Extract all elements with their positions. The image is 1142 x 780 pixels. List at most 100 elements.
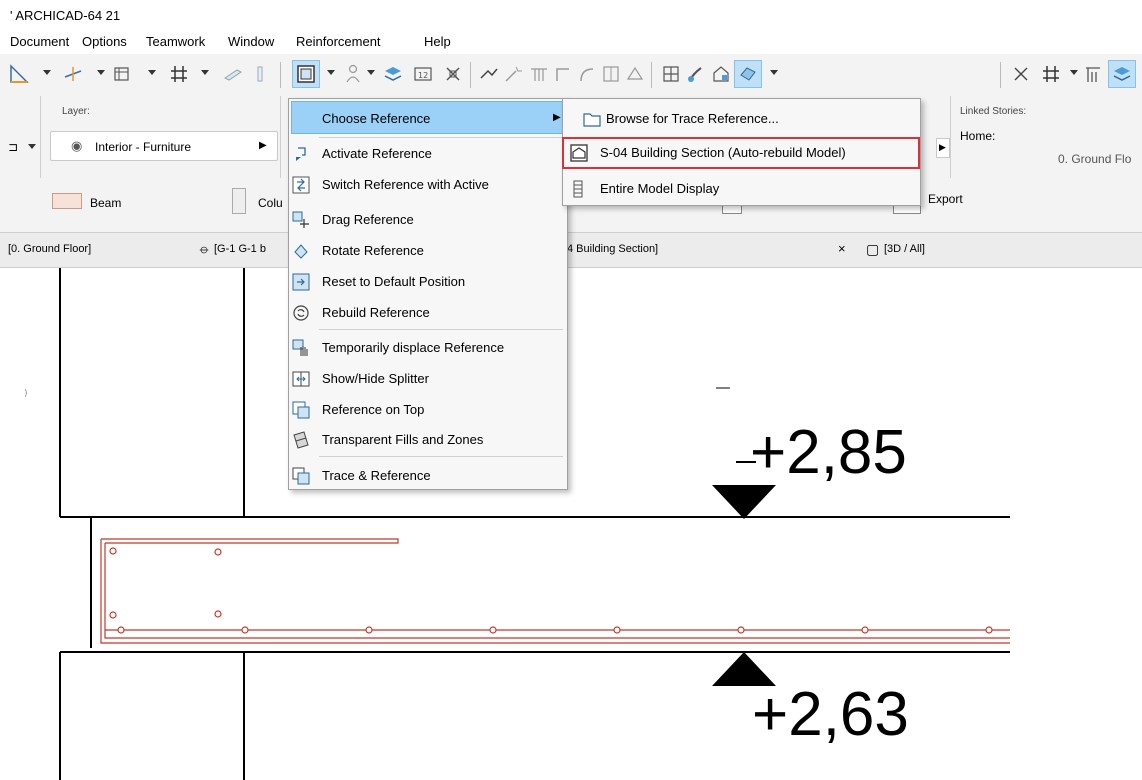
expand-arrow-icon: ▶ (259, 140, 267, 151)
submenu-arrow-icon: ▶ (553, 112, 561, 123)
menu-item-reference-on-top[interactable]: Reference on Top (289, 401, 567, 421)
menu-item-transparent-fills[interactable]: Transparent Fills and Zones (289, 431, 567, 451)
scale-icon[interactable]: 12 (412, 63, 434, 85)
menu-bar: Document Options Teamwork Window Reinfor… (0, 30, 1142, 54)
menu-item-choose-reference[interactable]: Choose Reference ▶ (289, 110, 567, 130)
trace-reference-icon (292, 467, 310, 485)
measure-tool-icon[interactable] (8, 63, 30, 85)
export-label[interactable]: Export (928, 192, 963, 206)
intersect-icon[interactable] (552, 63, 574, 85)
adjust-icon[interactable] (576, 63, 598, 85)
home-label: Home: (960, 129, 996, 143)
menu-item-displace-reference[interactable]: Temporarily displace Reference (289, 339, 567, 359)
elevation-marker-top: +2,85 (750, 418, 907, 487)
layer-value: Interior - Furniture (95, 140, 192, 154)
menu-item-label: Show/Hide Splitter (322, 371, 429, 386)
tab-3d-all[interactable]: [3D / All] (884, 243, 925, 255)
3d-tab-icon: ▢ (866, 241, 880, 257)
drag-reference-icon (292, 211, 310, 229)
expand-arrow-icon: ▶ (939, 142, 946, 152)
menu-item-switch-reference[interactable]: Switch Reference with Active (289, 176, 567, 196)
transparent-fills-icon (292, 431, 310, 449)
layer-stack-icon[interactable] (1111, 63, 1133, 85)
section-drawing: ) (24, 268, 1010, 780)
menu-item-label: Rotate Reference (322, 243, 424, 258)
tab-ground-floor[interactable]: [0. Ground Floor] (8, 243, 91, 255)
menu-options[interactable]: Options (82, 34, 127, 49)
beam-icon[interactable] (52, 193, 82, 209)
menu-teamwork[interactable]: Teamwork (146, 34, 205, 49)
svg-text:): ) (24, 389, 28, 399)
menu-item-drag-reference[interactable]: Drag Reference (289, 211, 567, 231)
reference-on-top-icon (292, 401, 310, 419)
drawing-canvas[interactable]: ) +2,85 +2,63 (0, 268, 1142, 780)
geometry-method-icon: ⊐ (8, 140, 19, 154)
menu-help[interactable]: Help (424, 34, 451, 49)
suspend-groups-icon[interactable] (442, 63, 464, 85)
menu-document[interactable]: Document (10, 34, 69, 49)
submenu-item-entire-model[interactable]: Entire Model Display (563, 180, 920, 200)
home-story-value: 0. Ground Flo (1058, 152, 1132, 166)
grid-icon[interactable] (1040, 63, 1062, 85)
person-icon[interactable] (342, 63, 364, 85)
reset-position-icon (292, 273, 310, 291)
dimension-tool-icon[interactable] (62, 63, 84, 85)
menu-item-label: Reset to Default Position (322, 274, 466, 289)
tab-elevation[interactable]: [G-1 G-1 b (214, 243, 266, 255)
menu-item-label: Trace & Reference (322, 468, 431, 483)
tab-building-section[interactable]: 4 Building Section] (567, 243, 658, 255)
menu-item-label: Activate Reference (322, 146, 432, 161)
menu-reinforcement[interactable]: Reinforcement (296, 34, 381, 49)
model-display-icon (570, 180, 588, 198)
linked-stories-arrow[interactable]: ▶ (936, 138, 950, 158)
pencil-icon[interactable] (250, 63, 272, 85)
menu-item-activate-reference[interactable]: Activate Reference (289, 145, 567, 165)
menu-item-label: Rebuild Reference (322, 305, 430, 320)
grid-display-icon[interactable] (112, 63, 134, 85)
menu-item-show-hide-splitter[interactable]: Show/Hide Splitter (289, 370, 567, 390)
section-icon (570, 144, 588, 162)
geometry-method-button[interactable]: ⊐ (4, 132, 38, 160)
layer-label: Layer: (62, 106, 90, 117)
submenu-item-label: Browse for Trace Reference... (606, 111, 779, 126)
menu-item-label: Temporarily displace Reference (322, 340, 505, 355)
eye-icon: ◉ (71, 138, 83, 153)
select-icon[interactable] (478, 63, 500, 85)
3d-view-icon[interactable] (737, 63, 759, 85)
trace-reference-icon[interactable] (295, 63, 317, 85)
submenu-item-label: Entire Model Display (600, 181, 720, 196)
split-icon[interactable] (600, 63, 622, 85)
offset-icon[interactable] (624, 63, 646, 85)
menu-item-trace-reference[interactable]: Trace & Reference (289, 467, 567, 487)
menu-item-label: Transparent Fills and Zones (322, 432, 484, 447)
magic-wand-icon[interactable] (502, 63, 524, 85)
beam-tool-label[interactable]: Beam (90, 196, 121, 210)
solid-operations-icon[interactable] (660, 63, 682, 85)
elevation-marker-bottom: +2,63 (752, 680, 909, 749)
grid-snap-icon[interactable] (168, 63, 190, 85)
menu-item-reset-position[interactable]: Reset to Default Position (289, 273, 567, 293)
submenu-item-browse[interactable]: Browse for Trace Reference... (563, 110, 920, 130)
trace-reference-menu: Choose Reference ▶ Activate Reference Sw… (288, 98, 568, 490)
close-tab-icon[interactable]: × (838, 241, 846, 256)
menu-item-rebuild-reference[interactable]: Rebuild Reference (289, 304, 567, 324)
submenu-item-s04-section[interactable]: S-04 Building Section (Auto-rebuild Mode… (563, 144, 920, 164)
layer-selector[interactable]: ◉ Interior - Furniture ▶ (50, 131, 278, 161)
guideline-icon[interactable] (1082, 63, 1104, 85)
paint-icon[interactable] (685, 63, 707, 85)
ruler-icon[interactable] (222, 63, 244, 85)
svg-text:12: 12 (418, 71, 428, 80)
column-tool-label[interactable]: Colu (258, 196, 283, 210)
home-story-icon[interactable] (710, 63, 732, 85)
suspend-icon[interactable] (1010, 63, 1032, 85)
title-bar: ' ARCHICAD-64 21 (0, 0, 1142, 30)
column-icon[interactable] (232, 188, 246, 214)
menu-item-rotate-reference[interactable]: Rotate Reference (289, 242, 567, 262)
standard-toolbar: 12 (0, 54, 1142, 97)
menu-window[interactable]: Window (228, 34, 274, 49)
layer-combination-icon[interactable] (382, 63, 404, 85)
rotate-reference-icon (292, 242, 310, 260)
choose-reference-submenu: Browse for Trace Reference... S-04 Build… (562, 98, 921, 206)
linked-stories-label: Linked Stories: (960, 106, 1027, 117)
trim-icon[interactable] (528, 63, 550, 85)
